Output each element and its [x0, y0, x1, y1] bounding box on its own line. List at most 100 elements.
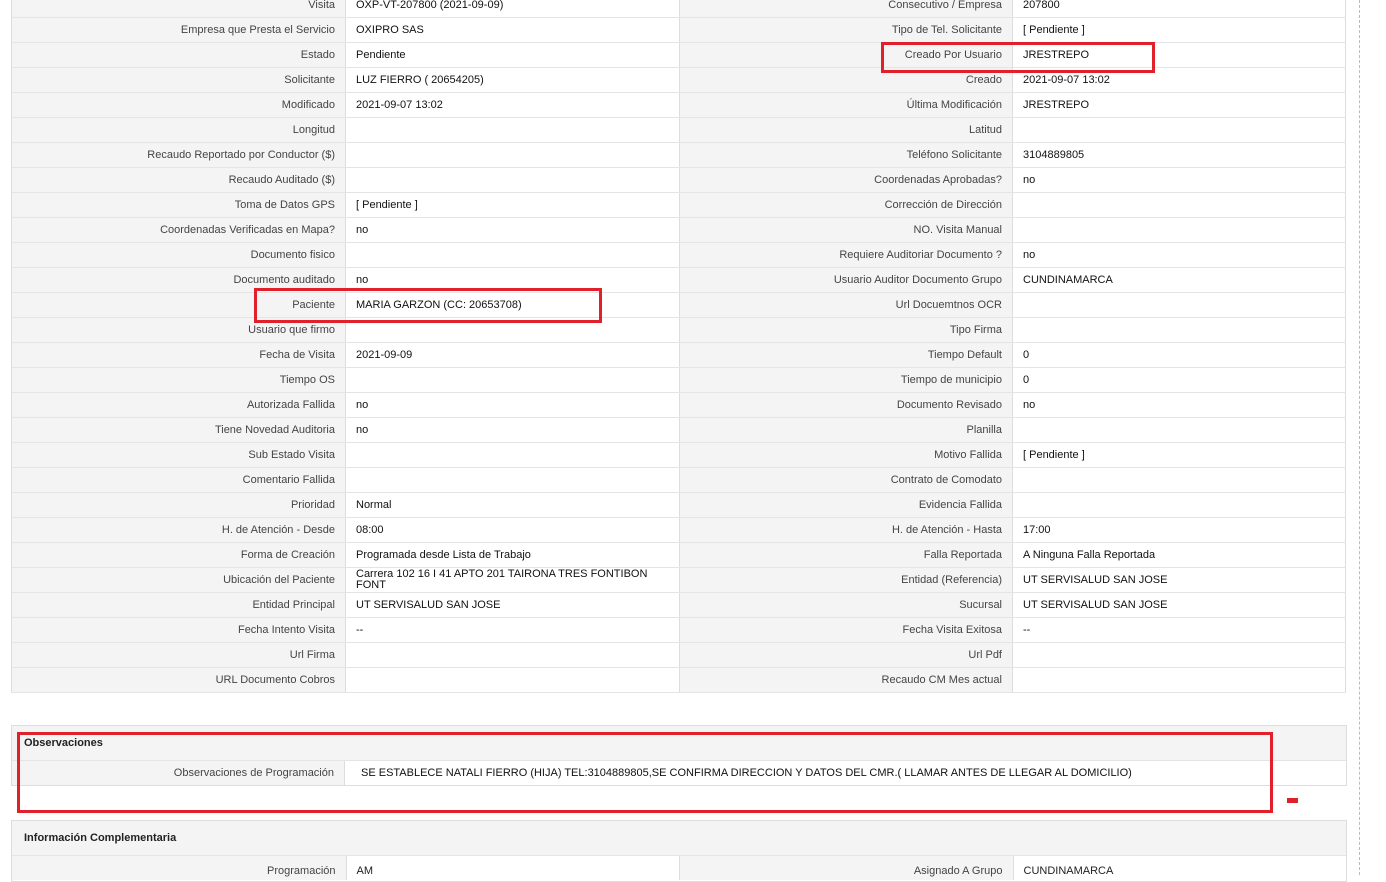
detail-value-right: --: [1012, 617, 1346, 643]
detail-row: Empresa que Presta el Servicio OXIPRO SAS…: [11, 17, 1346, 43]
detail-row: Forma de Creación Programada desde Lista …: [11, 542, 1346, 568]
detail-value-right: 2021-09-07 13:02: [1012, 67, 1346, 93]
detail-value-right: [1012, 317, 1346, 343]
detail-row: Estado Pendiente Creado Por Usuario JRESTRE…: [11, 42, 1346, 68]
detail-value-left: UT SERVISALUD SAN JOSE: [345, 592, 680, 618]
highlight-mark: [1287, 798, 1298, 803]
detail-label-right: Tipo de Tel. Solicitante: [679, 17, 1013, 43]
detail-label-left: Entidad Principal: [11, 592, 346, 618]
asignado-grupo-value: CUNDINAMARCA: [1023, 865, 1114, 877]
detail-value-right: [1012, 217, 1346, 243]
detail-label-left: Tiempo OS: [11, 367, 346, 393]
detail-value-right: A Ninguna Falla Reportada: [1012, 542, 1346, 568]
detail-value-right: [1012, 117, 1346, 143]
detail-label-right: Creado: [679, 67, 1013, 93]
detail-row: Modificado 2021-09-07 13:02 Última Modific…: [11, 92, 1346, 118]
detail-value-left: [345, 142, 680, 168]
detail-row: Tiene Novedad Auditoria no Planilla: [11, 417, 1346, 443]
detail-row: Fecha Intento Visita -- Fecha Visita Exit…: [11, 617, 1346, 643]
detail-value-left: no: [345, 267, 680, 293]
detail-label-right: Motivo Fallida: [679, 442, 1013, 468]
detail-label-right: NO. Visita Manual: [679, 217, 1013, 243]
detail-label-left: Coordenadas Verificadas en Mapa?: [11, 217, 346, 243]
detail-row: Usuario que firmo Tipo Firma: [11, 317, 1346, 343]
complementaria-panel: Información Complementaria Programación …: [11, 820, 1347, 882]
detail-value-left: MARIA GARZON (CC: 20653708): [345, 292, 680, 318]
detail-label-right: H. de Atención - Hasta: [679, 517, 1013, 543]
detail-label-right: Url Pdf: [679, 642, 1013, 668]
detail-label-right: Fecha Visita Exitosa: [679, 617, 1013, 643]
detail-row: Toma de Datos GPS[ Pendiente ] Corrección…: [11, 192, 1346, 218]
detail-label-right: Planilla: [679, 417, 1013, 443]
programacion-value: AM: [347, 856, 680, 880]
detail-label-right: Teléfono Solicitante: [679, 142, 1013, 168]
detail-label-right: Documento Revisado: [679, 392, 1013, 418]
scroll-guide-line: [1359, 0, 1360, 875]
detail-value-left: 2021-09-09: [345, 342, 680, 368]
detail-label-right: Url Docuemtnos OCR: [679, 292, 1013, 318]
detail-row: Coordenadas Verificadas en Mapa? no NO. V…: [11, 217, 1346, 243]
complementaria-row: Programación AM Asignado A Grupo CUNDINA…: [12, 856, 1346, 880]
detail-row: H. de Atención - Desde 08:00 H. de Atenció…: [11, 517, 1346, 543]
detail-label-left: Autorizada Fallida: [11, 392, 346, 418]
observaciones-title: Observaciones: [12, 726, 1346, 761]
detail-value-left: [ Pendiente ]: [345, 192, 680, 218]
detail-value-right: [1012, 492, 1346, 518]
detail-label-right: Consecutivo / Empresa: [679, 0, 1013, 18]
detail-label-right: Creado Por Usuario: [679, 42, 1013, 68]
detail-value-right: CUNDINAMARCA: [1012, 267, 1346, 293]
detail-value-left: [345, 117, 680, 143]
detail-row: Documento auditado no Usuario Auditor Doc…: [11, 267, 1346, 293]
detail-row: Solicitante LUZ FIERRO ( 20654205) Creado 2…: [11, 67, 1346, 93]
detail-value-left: [345, 167, 680, 193]
detail-value-right: [1012, 292, 1346, 318]
detail-value-right: UT SERVISALUD SAN JOSE: [1012, 567, 1346, 593]
detail-label-left: Comentario Fallida: [11, 467, 346, 493]
detail-label-right: Sucursal: [679, 592, 1013, 618]
detail-value-right: no: [1012, 167, 1346, 193]
detail-row: Entidad Principal UT SERVISALUD SAN JOSE S…: [11, 592, 1346, 618]
detail-label-right: Última Modificación: [679, 92, 1013, 118]
detail-value-left: no: [345, 417, 680, 443]
detail-label-right: Falla Reportada: [679, 542, 1013, 568]
detail-row: Comentario Fallida Contrato de Comodato: [11, 467, 1346, 493]
detail-label-left: Sub Estado Visita: [11, 442, 346, 468]
detail-row: Recaudo Reportado por Conductor ($) Teléf…: [11, 142, 1346, 168]
detail-label-left: Url Firma: [11, 642, 346, 668]
detail-label-right: Usuario Auditor Documento Grupo: [679, 267, 1013, 293]
detail-value-right: UT SERVISALUD SAN JOSE: [1012, 592, 1346, 618]
detail-label-right: Recaudo CM Mes actual: [679, 667, 1013, 693]
detail-label-right: Tiempo de municipio: [679, 367, 1013, 393]
detail-row: Documento fisico Requiere Auditoriar Docu…: [11, 242, 1346, 268]
detail-value-left: [345, 367, 680, 393]
detail-value-left: [345, 642, 680, 668]
detail-row: Visita OXP-VT-207800 (2021-09-09) Consecut…: [11, 0, 1346, 18]
detail-value-right: [1012, 417, 1346, 443]
detail-value-left: Programada desde Lista de Trabajo: [345, 542, 680, 568]
detail-label-right: Latitud: [679, 117, 1013, 143]
detail-label-right: Evidencia Fallida: [679, 492, 1013, 518]
detail-label-right: Contrato de Comodato: [679, 467, 1013, 493]
detail-value-right: no: [1012, 242, 1346, 268]
detail-label-left: Usuario que firmo: [11, 317, 346, 343]
detail-row: URL Documento Cobros Recaudo CM Mes actua…: [11, 667, 1346, 693]
programacion-label: Programación: [12, 856, 347, 880]
detail-label-left: Documento auditado: [11, 267, 346, 293]
detail-row: Prioridad Normal Evidencia Fallida: [11, 492, 1346, 518]
detail-label-left: Modificado: [11, 92, 346, 118]
detail-label-left: H. de Atención - Desde: [11, 517, 346, 543]
detail-label-right: Entidad (Referencia): [679, 567, 1013, 593]
detail-row: Sub Estado Visita Motivo Fallida[ Pendien…: [11, 442, 1346, 468]
detail-value-right: 17:00: [1012, 517, 1346, 543]
detail-value-left: 2021-09-07 13:02: [345, 92, 680, 118]
detail-row: Autorizada Fallida no Documento Revisado …: [11, 392, 1346, 418]
detail-value-right: 207800: [1012, 0, 1346, 18]
asignado-grupo-label: Asignado A Grupo: [680, 856, 1014, 880]
detail-value-left: Normal: [345, 492, 680, 518]
observaciones-row: Observaciones de Programación SE ESTABLE…: [12, 761, 1346, 785]
observaciones-label: Observaciones de Programación: [12, 761, 345, 785]
detail-label-right: Coordenadas Aprobadas?: [679, 167, 1013, 193]
detail-label-left: Empresa que Presta el Servicio: [11, 17, 346, 43]
detail-value-right: [1012, 667, 1346, 693]
detail-label-right: Tipo Firma: [679, 317, 1013, 343]
